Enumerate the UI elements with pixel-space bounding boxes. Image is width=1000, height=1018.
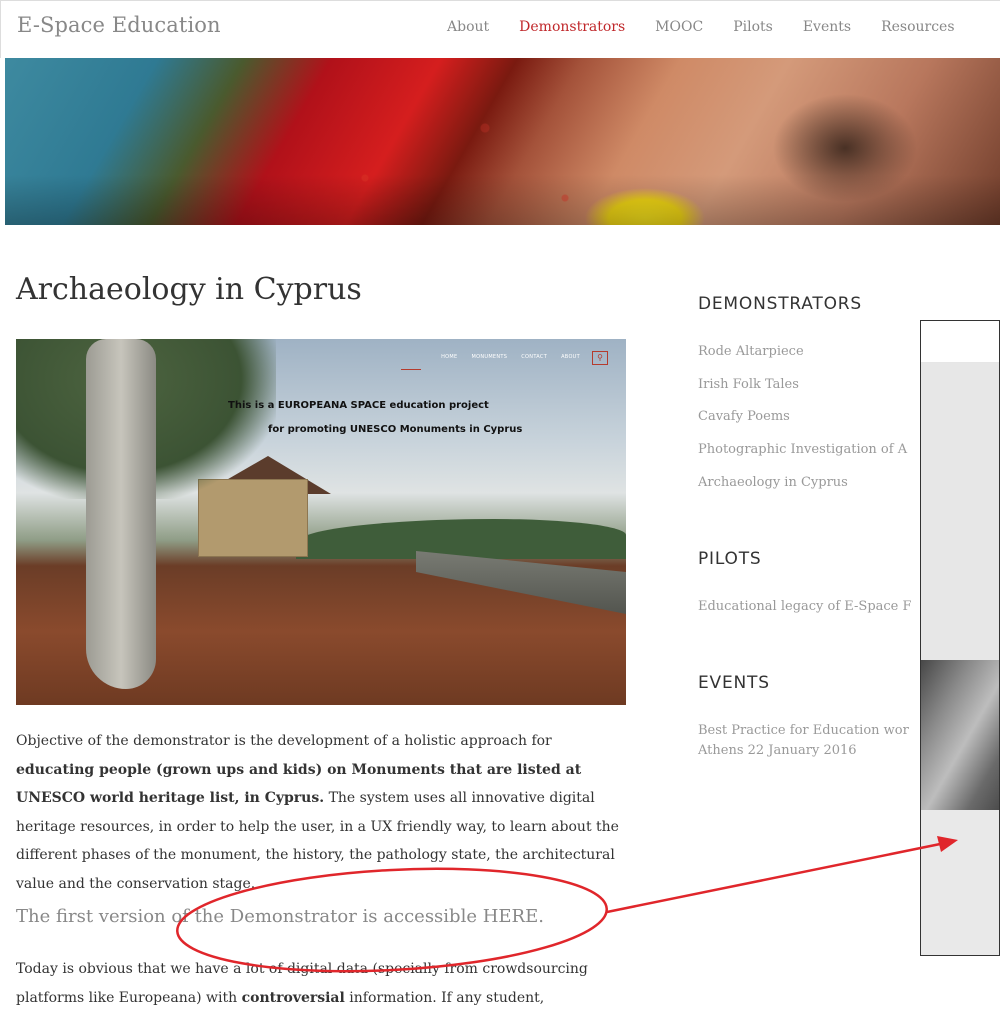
hills-shape (296, 519, 626, 559)
photo-site-nav: HOME MONUMENTS CONTACT ABOUT (441, 354, 580, 360)
event-title-line: Best Practice for Education wor (698, 723, 909, 738)
second-paragraph: Today is obvious that we have a lot of d… (16, 955, 634, 1012)
demonstrator-description: Objective of the demonstrator is the dev… (16, 727, 634, 898)
demonstrator-screenshot-image[interactable]: HOME MONUMENTS CONTACT ABOUT ⚲ This is a… (16, 339, 626, 705)
photo-nav-monuments: MONUMENTS (471, 354, 508, 360)
nav-item-mooc[interactable]: MOOC (655, 19, 703, 35)
sidebar-link-photographic-investigation[interactable]: Photographic Investigation of A (698, 442, 907, 457)
sidebar-link-archaeology-cyprus[interactable]: Archaeology in Cyprus (698, 475, 848, 490)
photo-nav-active-underline (401, 369, 421, 370)
sidebar-heading-events: EVENTS (698, 673, 770, 693)
main-nav: About Demonstrators MOOC Pilots Events R… (447, 19, 985, 35)
inset-gray-panel (921, 363, 999, 660)
photo-overlay-line1: This is a EUROPEANA SPACE education proj… (228, 400, 489, 411)
sidebar-event-item[interactable]: Best Practice for Education wor Athens 2… (698, 721, 958, 761)
photo-nav-contact: CONTACT (521, 354, 548, 360)
sidebar-link-rode-altarpiece[interactable]: Rode Altarpiece (698, 344, 804, 359)
photo-nav-home: HOME (441, 354, 458, 360)
second-paragraph-bold: controversial (241, 989, 345, 1006)
annotation-arrow-line (606, 840, 951, 914)
nav-item-resources[interactable]: Resources (881, 19, 954, 35)
nav-item-events[interactable]: Events (803, 19, 851, 35)
page-title: Archaeology in Cyprus (16, 272, 362, 307)
sidebar-heading-demonstrators: DEMONSTRATORS (698, 294, 862, 314)
sidebar-heading-pilots: PILOTS (698, 549, 762, 569)
description-part1: Objective of the demonstrator is the dev… (16, 733, 552, 749)
nav-item-pilots[interactable]: Pilots (733, 19, 773, 35)
sidebar-link-educational-legacy[interactable]: Educational legacy of E-Space F (698, 599, 912, 614)
inset-screenshot (920, 320, 1000, 956)
site-brand[interactable]: E-Space Education (17, 13, 221, 37)
photo-overlay-line2: for promoting UNESCO Monuments in Cyprus (268, 424, 523, 435)
tree-trunk-shape (86, 339, 156, 689)
photo-nav-about: ABOUT (561, 354, 580, 360)
nav-item-demonstrators[interactable]: Demonstrators (519, 19, 625, 35)
search-icon: ⚲ (592, 351, 608, 365)
first-version-link-text[interactable]: The first version of the Demonstrator is… (16, 906, 544, 927)
nav-item-about[interactable]: About (447, 19, 489, 35)
top-navigation-bar: E-Space Education About Demonstrators MO… (0, 0, 1000, 58)
sidebar-link-irish-folk-tales[interactable]: Irish Folk Tales (698, 377, 799, 392)
event-date-line: Athens 22 January 2016 (698, 743, 857, 758)
hero-banner-image (5, 58, 1000, 225)
sidebar-link-cavafy-poems[interactable]: Cavafy Poems (698, 409, 790, 424)
inset-header (921, 321, 999, 363)
inset-bottom-panel (921, 810, 999, 955)
inset-photo (921, 660, 999, 810)
second-paragraph-part2: information. If any student, (344, 989, 545, 1006)
